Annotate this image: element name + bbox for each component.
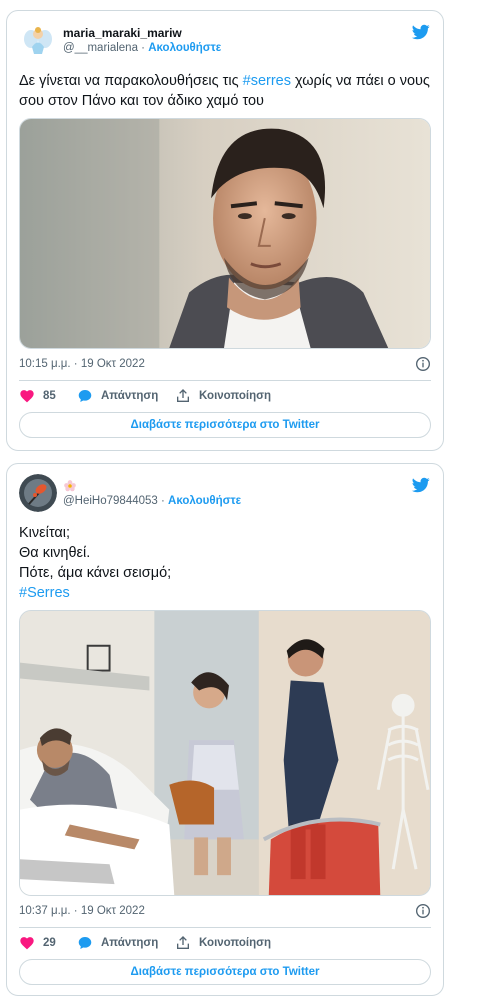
tweet-text: Δε γίνεται να παρακολουθήσεις τις #serre…	[19, 71, 431, 111]
divider	[19, 380, 431, 381]
display-name[interactable]	[63, 479, 391, 494]
reply-button[interactable]: Απάντηση	[77, 933, 158, 953]
tweet-header: @HeiHo79844053 · Ακολουθήστε	[19, 474, 431, 514]
handle-line: @__marialena · Ακολουθήστε	[63, 41, 391, 56]
flower-emoji-icon	[64, 480, 76, 492]
reply-label: Απάντηση	[101, 937, 159, 949]
timestamp[interactable]: 10:37 μ.μ. · 19 Οκτ 2022	[19, 905, 145, 917]
handle[interactable]: @__marialena	[63, 42, 138, 54]
like-count: 29	[43, 937, 56, 949]
tweet-actions: 29 Απάντηση Κοινοποίηση	[19, 933, 431, 953]
like-button[interactable]: 85	[19, 386, 56, 406]
author-block: maria_maraki_mariw @__marialena · Ακολου…	[63, 26, 391, 56]
tweet-text-line: Πότε, άμα κάνει σεισμό;	[19, 565, 172, 581]
timestamp[interactable]: 10:15 μ.μ. · 19 Οκτ 2022	[19, 358, 145, 370]
like-count: 85	[43, 390, 56, 402]
handle-line: @HeiHo79844053 · Ακολουθήστε	[63, 494, 391, 509]
tweet-text-line: Θα κινηθεί.	[19, 545, 91, 561]
twitter-logo-icon[interactable]	[411, 476, 431, 494]
heart-icon	[20, 390, 34, 403]
share-icon	[177, 389, 189, 402]
tweet-card: @HeiHo79844053 · Ακολουθήστε Κινείται; Θ…	[6, 463, 444, 996]
avatar[interactable]	[19, 21, 57, 59]
share-label: Κοινοποίηση	[199, 937, 271, 949]
twitter-logo-icon[interactable]	[411, 23, 431, 41]
share-icon	[177, 936, 189, 949]
read-more-button[interactable]: Διαβάστε περισσότερα στο Twitter	[19, 412, 431, 438]
tweet-meta: 10:37 μ.μ. · 19 Οκτ 2022	[19, 902, 431, 920]
info-icon[interactable]	[415, 356, 431, 372]
tweet-photo[interactable]	[19, 118, 431, 349]
separator: ·	[161, 495, 165, 507]
follow-button[interactable]: Ακολουθήστε	[168, 495, 241, 507]
author-block: @HeiHo79844053 · Ακολουθήστε	[63, 479, 391, 509]
share-button[interactable]: Κοινοποίηση	[175, 386, 271, 406]
tweet-header: maria_maraki_mariw @__marialena · Ακολου…	[19, 21, 431, 61]
read-more-button[interactable]: Διαβάστε περισσότερα στο Twitter	[19, 959, 431, 985]
share-label: Κοινοποίηση	[199, 390, 271, 402]
separator: ·	[141, 42, 146, 54]
tweet-text-line: Κινείται;	[19, 525, 70, 541]
reply-bubble-icon	[78, 390, 92, 402]
avatar[interactable]	[19, 474, 57, 512]
hashtag-link[interactable]: #serres	[243, 73, 291, 89]
display-name[interactable]: maria_maraki_mariw	[63, 26, 391, 41]
reply-bubble-icon	[78, 937, 92, 949]
tweet-card: maria_maraki_mariw @__marialena · Ακολου…	[6, 10, 444, 451]
hashtag-link[interactable]: #Serres	[19, 583, 431, 603]
info-icon[interactable]	[415, 903, 431, 919]
tweet-meta: 10:15 μ.μ. · 19 Οκτ 2022	[19, 355, 431, 373]
heart-icon	[20, 937, 34, 950]
tweet-photo[interactable]	[19, 610, 431, 896]
tweet-text-part: Δε γίνεται να παρακολουθήσεις τις	[19, 73, 243, 89]
share-button[interactable]: Κοινοποίηση	[175, 933, 271, 953]
follow-button[interactable]: Ακολουθήστε	[148, 42, 221, 54]
like-button[interactable]: 29	[19, 933, 56, 953]
reply-label: Απάντηση	[101, 390, 159, 402]
tweet-actions: 85 Απάντηση Κοινοποίηση	[19, 386, 431, 406]
tweet-text: Κινείται; Θα κινηθεί. Πότε, άμα κάνει σε…	[19, 523, 431, 603]
reply-button[interactable]: Απάντηση	[77, 386, 158, 406]
divider	[19, 927, 431, 928]
handle[interactable]: @HeiHo79844053	[63, 495, 158, 507]
